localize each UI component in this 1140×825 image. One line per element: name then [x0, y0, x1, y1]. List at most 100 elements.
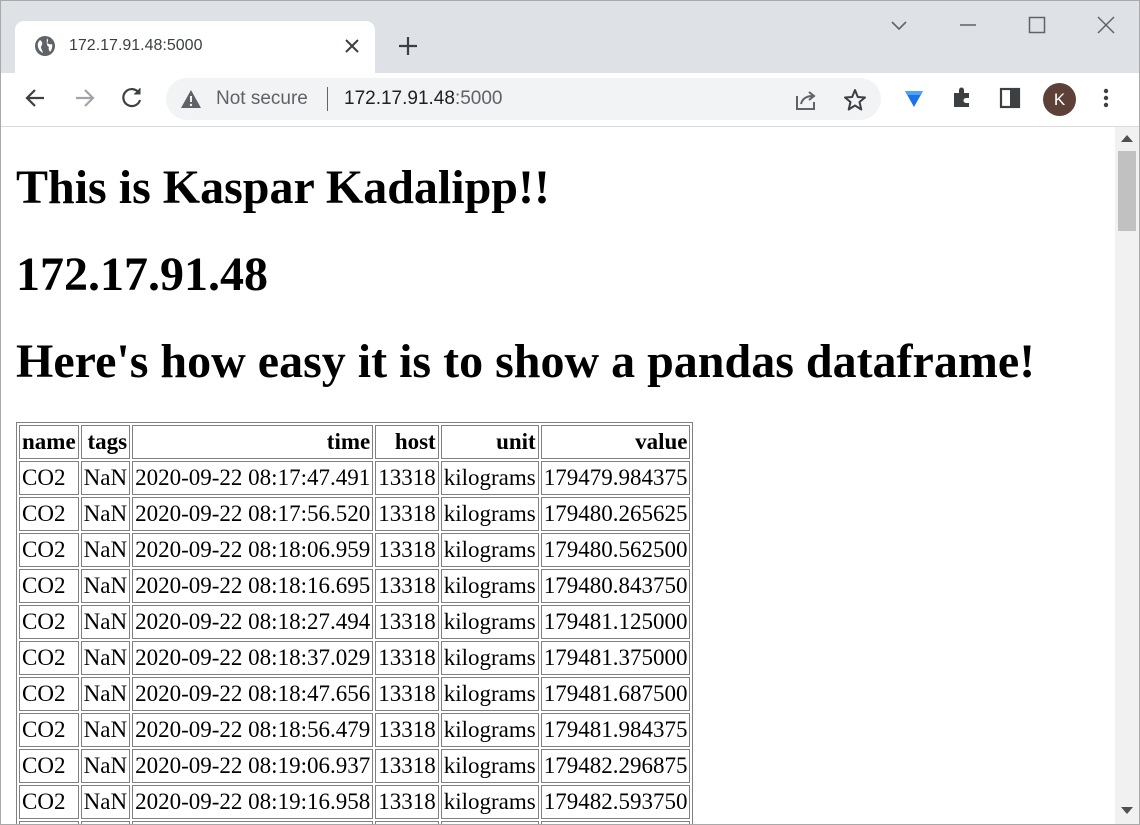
table-cell-value: 179481.375000	[540, 641, 691, 675]
address-bar[interactable]: Not secure 172.17.91.48:5000	[166, 78, 881, 120]
omnibox-separator	[327, 87, 328, 111]
vertical-scrollbar[interactable]	[1115, 127, 1139, 824]
table-cell-host: 13318	[375, 605, 439, 639]
url-port: :5000	[454, 88, 503, 109]
column-header-value: value	[540, 425, 691, 459]
table-cell-unit: kilograms	[440, 497, 539, 531]
url-host: 172.17.91.48	[344, 88, 455, 109]
table-cell-value: 179480.265625	[540, 497, 691, 531]
table-row: CO2 NaN 2020-09-22 08:18:06.959 13318 kilogr…	[19, 533, 691, 567]
new-tab-icon[interactable]	[395, 33, 421, 59]
table-cell-name: CO2	[19, 713, 79, 747]
table-cell-unit: kilograms	[440, 749, 539, 783]
table-cell-time: 2020-09-22 08:18:06.959	[132, 533, 374, 567]
warning-icon[interactable]	[180, 88, 202, 110]
dataframe-table: name tags time host unit value CO2 NaN 2020-09-…	[16, 422, 694, 824]
table-cell-name: CO2	[19, 785, 79, 819]
table-cell-value: 179479.984375	[540, 461, 691, 495]
table-cell-name: CO2	[19, 677, 79, 711]
table-cell-time: 2020-09-22 08:17:56.520	[132, 497, 374, 531]
table-row: CO2 NaN 2020-09-22 08:18:37.029 13318 kilogr…	[19, 641, 691, 675]
table-row: CO2 NaN 2020-09-22 08:18:16.695 13318 kilogr…	[19, 569, 691, 603]
table-cell-tags: NaN	[80, 497, 131, 531]
reload-icon[interactable]	[119, 85, 145, 111]
table-cell-value: 179481.687500	[540, 677, 691, 711]
table-cell-host: 13318	[375, 497, 439, 531]
bookmark-star-icon[interactable]	[842, 87, 868, 113]
tab-search-icon[interactable]	[887, 13, 911, 37]
table-cell-value: 179481.984375	[540, 713, 691, 747]
forward-icon[interactable]	[71, 85, 97, 111]
table-cell-tags: NaN	[80, 749, 131, 783]
table-cell-unit: kilograms	[440, 713, 539, 747]
table-cell-host	[375, 821, 439, 824]
table-cell-tags: NaN	[80, 569, 131, 603]
profile-avatar[interactable]: K	[1043, 83, 1076, 116]
scrollbar-thumb[interactable]	[1118, 151, 1136, 231]
url-text[interactable]: 172.17.91.48:5000	[344, 88, 503, 110]
table-cell-tags: NaN	[80, 461, 131, 495]
table-cell-unit: kilograms	[440, 641, 539, 675]
menu-kebab-icon[interactable]	[1093, 85, 1119, 111]
table-row: CO2 NaN 2020-09-22 08:18:47.656 13318 kilogr…	[19, 677, 691, 711]
table-cell-host: 13318	[375, 569, 439, 603]
tab-title: 172.17.91.48:5000	[69, 37, 203, 54]
close-window-icon[interactable]	[1094, 13, 1118, 37]
table-cell-name: CO2	[19, 641, 79, 675]
table-cell-unit: kilograms	[440, 785, 539, 819]
table-cell-host: 13318	[375, 785, 439, 819]
table-body: CO2 NaN 2020-09-22 08:17:47.491 13318 kilogr…	[19, 461, 691, 824]
table-cell-time: 2020-09-22 08:18:27.494	[132, 605, 374, 639]
table-cell-value: 179481.125000	[540, 605, 691, 639]
table-row: CO2 NaN 2020-09-22 08:17:47.491 13318 kilogr…	[19, 461, 691, 495]
share-icon[interactable]	[793, 87, 819, 113]
table-row: CO2 NaN 2020-09-22 08:18:27.494 13318 kilogr…	[19, 605, 691, 639]
table-cell-name: CO2	[19, 497, 79, 531]
table-cell-tags: NaN	[80, 785, 131, 819]
table-cell-host: 13318	[375, 641, 439, 675]
table-cell-value	[540, 821, 691, 824]
column-header-tags: tags	[80, 425, 131, 459]
scroll-up-arrow-icon[interactable]	[1121, 135, 1133, 142]
browser-window: 172.17.91.48:5000 Not secure 172.17.91.4…	[0, 0, 1140, 825]
heading-name: This is Kaspar Kadalipp!!	[16, 161, 550, 214]
column-header-host: host	[375, 425, 439, 459]
scroll-down-arrow-icon[interactable]	[1121, 807, 1133, 814]
table-cell-tags: NaN	[80, 713, 131, 747]
table-cell-unit: kilograms	[440, 677, 539, 711]
table-row	[19, 821, 691, 824]
table-cell-time: 2020-09-22 08:18:37.029	[132, 641, 374, 675]
table-cell-tags: NaN	[80, 677, 131, 711]
column-header-unit: unit	[440, 425, 539, 459]
table-cell-name: CO2	[19, 533, 79, 567]
tab-strip: 172.17.91.48:5000	[1, 1, 1139, 73]
table-cell-name: CO2	[19, 749, 79, 783]
extensions-puzzle-icon[interactable]	[949, 85, 975, 111]
table-cell-unit: kilograms	[440, 461, 539, 495]
table-cell-unit: kilograms	[440, 569, 539, 603]
active-tab[interactable]: 172.17.91.48:5000	[15, 21, 375, 73]
table-cell-name: CO2	[19, 461, 79, 495]
side-panel-icon[interactable]	[997, 85, 1023, 111]
table-cell-host: 13318	[375, 749, 439, 783]
back-icon[interactable]	[23, 85, 49, 111]
table-cell-host: 13318	[375, 533, 439, 567]
extension-gem-icon[interactable]	[901, 85, 927, 111]
table-row: CO2 NaN 2020-09-22 08:17:56.520 13318 kilogr…	[19, 497, 691, 531]
security-label[interactable]: Not secure	[216, 88, 308, 110]
maximize-icon[interactable]	[1025, 13, 1049, 37]
table-cell-value: 179480.843750	[540, 569, 691, 603]
table-cell-time: 2020-09-22 08:19:06.937	[132, 749, 374, 783]
heading-pandas: Here's how easy it is to show a pandas d…	[16, 335, 1036, 388]
minimize-icon[interactable]	[956, 13, 980, 37]
table-cell-time: 2020-09-22 08:18:47.656	[132, 677, 374, 711]
globe-icon	[35, 36, 55, 56]
close-tab-icon[interactable]	[341, 35, 363, 57]
table-row: CO2 NaN 2020-09-22 08:19:16.958 13318 kilogr…	[19, 785, 691, 819]
table-cell-name: CO2	[19, 569, 79, 603]
column-header-time: time	[132, 425, 374, 459]
page-viewport: This is Kaspar Kadalipp!! 172.17.91.48 H…	[1, 127, 1115, 824]
table-cell-name: CO2	[19, 605, 79, 639]
table-row: CO2 NaN 2020-09-22 08:18:56.479 13318 kilogr…	[19, 713, 691, 747]
table-cell-time: 2020-09-22 08:17:47.491	[132, 461, 374, 495]
